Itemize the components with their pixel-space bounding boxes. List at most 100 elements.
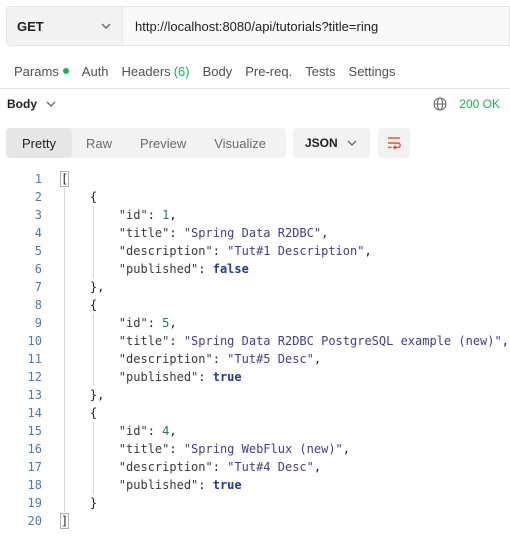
chevron-down-icon bbox=[101, 23, 111, 29]
code-line: 11 "description": "Tut#5 Desc", bbox=[0, 350, 510, 368]
code-text: [ bbox=[59, 171, 70, 187]
line-number: 6 bbox=[34, 262, 42, 276]
code-text: } bbox=[61, 496, 98, 510]
line-number: 5 bbox=[34, 244, 42, 258]
code-text: { bbox=[61, 406, 98, 420]
code-line: 19 } bbox=[0, 494, 510, 512]
code-text: "description": "Tut#1 Description", bbox=[118, 244, 372, 258]
tab-raw[interactable]: Raw bbox=[72, 128, 126, 158]
code-text: { bbox=[61, 190, 98, 204]
line-number: 10 bbox=[27, 334, 42, 348]
code-line: 6 "published": false bbox=[0, 260, 510, 278]
code-text: ] bbox=[59, 513, 70, 529]
code-line: 13 }, bbox=[0, 386, 510, 404]
line-number: 12 bbox=[27, 370, 42, 384]
code-text: "published": true bbox=[118, 478, 242, 492]
response-body-dropdown[interactable]: Body bbox=[7, 97, 57, 111]
code-line: 20] bbox=[0, 512, 510, 530]
params-active-dot bbox=[62, 68, 69, 74]
line-number: 2 bbox=[34, 190, 42, 204]
tab-tests[interactable]: Tests bbox=[305, 64, 335, 79]
code-text: "published": false bbox=[118, 262, 249, 276]
code-line: 2 { bbox=[0, 188, 510, 206]
code-line: 5 "description": "Tut#1 Description", bbox=[0, 242, 510, 260]
line-number: 4 bbox=[34, 226, 42, 240]
request-bar: GET http://localhost:8080/api/tutorials?… bbox=[6, 6, 510, 46]
tab-pretty[interactable]: Pretty bbox=[6, 128, 72, 158]
code-line: 14 { bbox=[0, 404, 510, 422]
code-line: 18 "published": true bbox=[0, 476, 510, 494]
code-text: "title": "Spring Data R2DBC", bbox=[118, 226, 329, 240]
tab-label: Headers bbox=[121, 63, 171, 79]
tab-label: Settings bbox=[348, 63, 396, 79]
format-select[interactable]: JSON bbox=[293, 128, 370, 158]
code-line: 3 "id": 1, bbox=[0, 206, 510, 224]
tab-label: Body bbox=[202, 63, 233, 79]
line-number: 11 bbox=[27, 352, 42, 366]
code-text: { bbox=[61, 298, 98, 312]
code-text: }, bbox=[61, 280, 105, 294]
tab-auth[interactable]: Auth bbox=[82, 64, 109, 79]
status-badge[interactable]: 200 OK bbox=[459, 97, 500, 111]
wrap-lines-icon bbox=[388, 137, 401, 150]
line-number: 15 bbox=[27, 424, 42, 438]
line-number: 13 bbox=[27, 388, 42, 402]
line-number: 17 bbox=[27, 460, 42, 474]
code-line: 12 "published": true bbox=[0, 368, 510, 386]
line-number: 14 bbox=[27, 406, 42, 420]
url-input[interactable]: http://localhost:8080/api/tutorials?titl… bbox=[123, 19, 378, 34]
globe-icon[interactable] bbox=[433, 97, 447, 111]
headers-count: (6) bbox=[173, 63, 190, 79]
code-text: "id": 4, bbox=[118, 424, 177, 438]
code-text: "title": "Spring Data R2DBC PostgreSQL e… bbox=[118, 334, 509, 348]
line-number: 8 bbox=[34, 298, 42, 312]
request-tabs: Params Auth Headers (6) Body Pre-req. Te… bbox=[14, 60, 409, 82]
code-line: 15 "id": 4, bbox=[0, 422, 510, 440]
line-number: 18 bbox=[27, 478, 42, 492]
code-line: 7 }, bbox=[0, 278, 510, 296]
response-view-tabs: Pretty Raw Preview Visualize bbox=[6, 128, 286, 158]
line-number: 7 bbox=[34, 280, 42, 294]
line-number: 9 bbox=[34, 316, 42, 330]
wrap-lines-button[interactable] bbox=[378, 128, 410, 158]
method-select[interactable]: GET bbox=[7, 7, 123, 45]
response-body-label: Body bbox=[7, 97, 37, 111]
line-number: 20 bbox=[27, 514, 42, 528]
tab-label: Tests bbox=[305, 63, 336, 79]
code-line: 17 "description": "Tut#4 Desc", bbox=[0, 458, 510, 476]
line-number: 3 bbox=[34, 208, 42, 222]
code-line: 1[ bbox=[0, 170, 510, 188]
code-text: "published": true bbox=[118, 370, 242, 384]
tab-label: Params bbox=[14, 63, 59, 79]
format-label: JSON bbox=[305, 136, 338, 150]
tab-visualize[interactable]: Visualize bbox=[200, 128, 280, 158]
method-label: GET bbox=[17, 18, 44, 34]
tab-settings[interactable]: Settings bbox=[349, 64, 396, 79]
line-number: 1 bbox=[34, 172, 42, 186]
tab-body[interactable]: Body bbox=[203, 64, 233, 79]
code-line: 9 "id": 5, bbox=[0, 314, 510, 332]
line-number: 19 bbox=[27, 496, 42, 510]
code-line: 16 "title": "Spring WebFlux (new)", bbox=[0, 440, 510, 458]
code-text: "description": "Tut#5 Desc", bbox=[118, 352, 322, 366]
code-text: "title": "Spring WebFlux (new)", bbox=[118, 442, 351, 456]
line-number: 16 bbox=[27, 442, 42, 456]
chevron-down-icon bbox=[46, 101, 56, 107]
response-status: 200 OK bbox=[433, 97, 500, 111]
tab-label: Auth bbox=[81, 63, 109, 79]
code-text: "id": 1, bbox=[118, 208, 177, 222]
tab-pre-request[interactable]: Pre-req. bbox=[245, 64, 292, 79]
code-line: 8 { bbox=[0, 296, 510, 314]
code-text: }, bbox=[61, 388, 105, 402]
tab-label: Pre-req. bbox=[245, 63, 293, 79]
code-text: "description": "Tut#4 Desc", bbox=[118, 460, 322, 474]
code-line: 10 "title": "Spring Data R2DBC PostgreSQ… bbox=[0, 332, 510, 350]
tab-preview[interactable]: Preview bbox=[126, 128, 200, 158]
section-divider bbox=[0, 88, 510, 89]
response-code-viewer[interactable]: 1[2 {3 "id": 1, 4 "title": "Spring Data R… bbox=[0, 170, 510, 530]
tab-params[interactable]: Params bbox=[14, 64, 69, 79]
chevron-down-icon bbox=[347, 140, 357, 146]
code-text: "id": 5, bbox=[118, 316, 177, 330]
code-line: 4 "title": "Spring Data R2DBC", bbox=[0, 224, 510, 242]
tab-headers[interactable]: Headers (6) bbox=[122, 64, 190, 79]
